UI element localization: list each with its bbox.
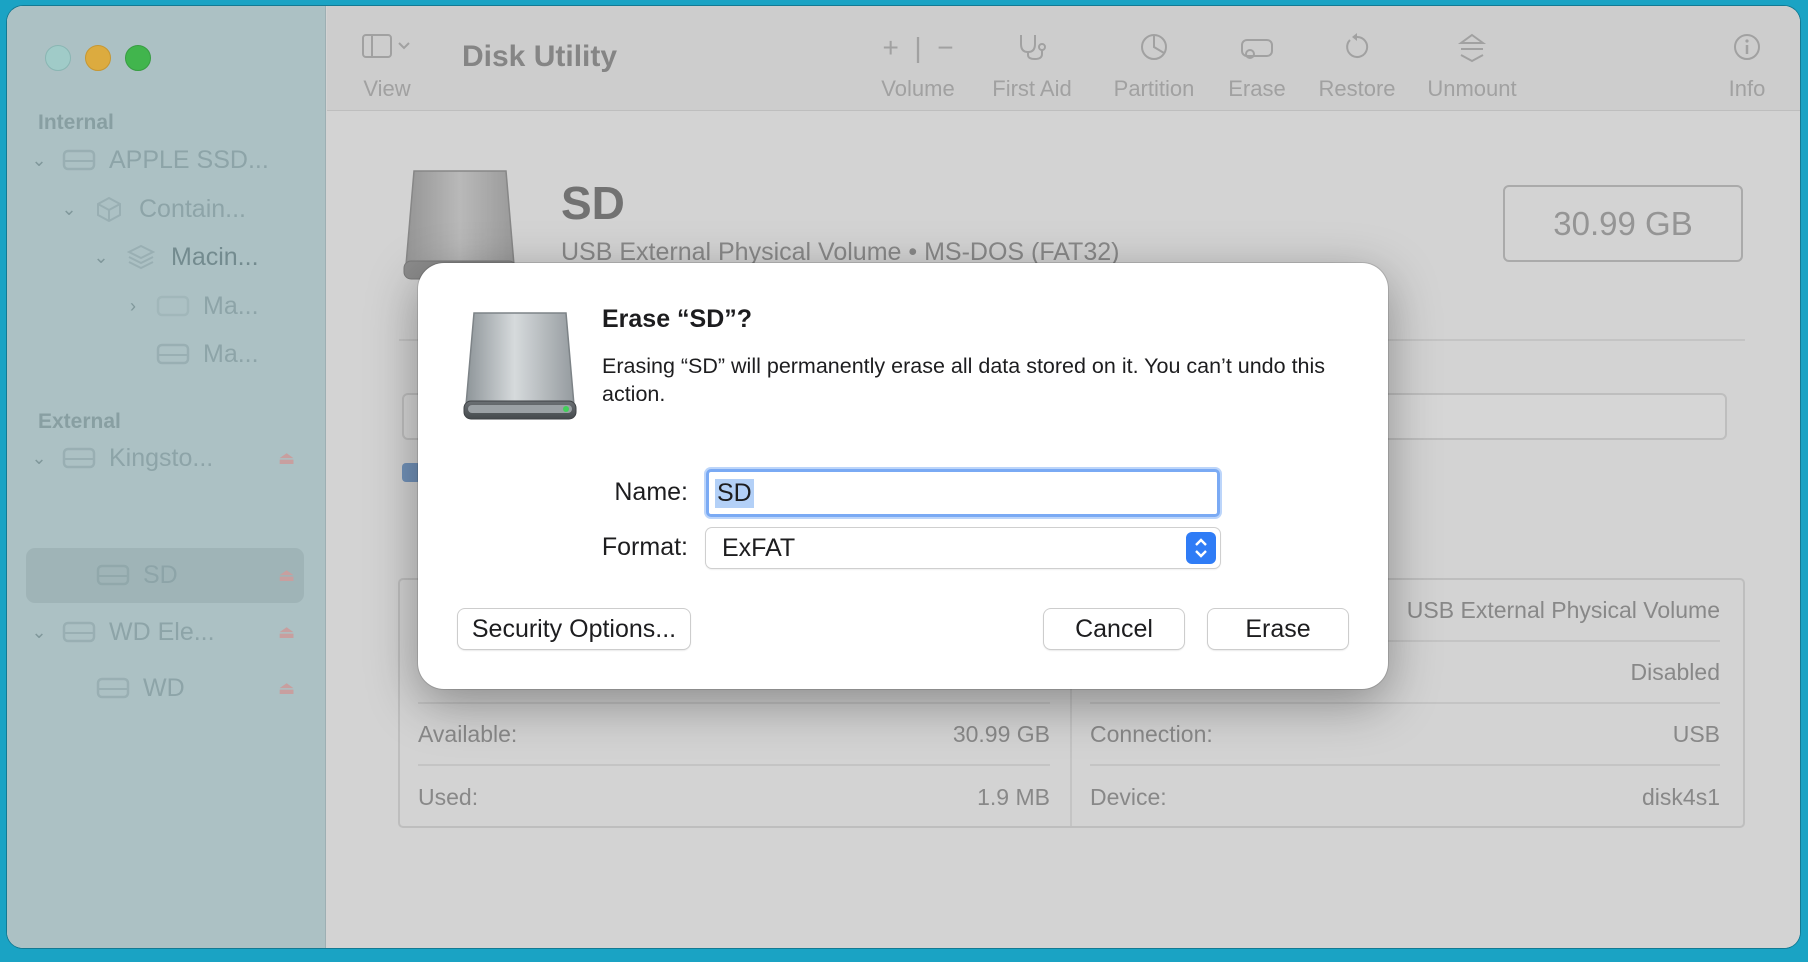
erase-button[interactable]: Erase bbox=[1208, 609, 1348, 649]
updown-chevron-icon[interactable] bbox=[1186, 532, 1216, 564]
dialog-message: Erasing “SD” will permanently erase all … bbox=[602, 354, 1326, 406]
erase-dialog: Erase “SD”? Erasing “SD” will permanentl… bbox=[418, 263, 1388, 689]
format-label: Format: bbox=[601, 533, 688, 561]
format-select-value: ExFAT bbox=[722, 533, 796, 562]
name-label: Name: bbox=[614, 478, 688, 506]
cancel-button[interactable]: Cancel bbox=[1044, 609, 1184, 649]
format-select[interactable]: ExFAT bbox=[706, 528, 1220, 568]
external-drive-icon bbox=[462, 307, 580, 430]
name-input[interactable]: SD bbox=[706, 469, 1220, 517]
name-input-value[interactable]: SD bbox=[715, 478, 754, 508]
security-options-button[interactable]: Security Options... bbox=[458, 609, 690, 649]
dialog-title: Erase “SD”? bbox=[602, 305, 753, 333]
